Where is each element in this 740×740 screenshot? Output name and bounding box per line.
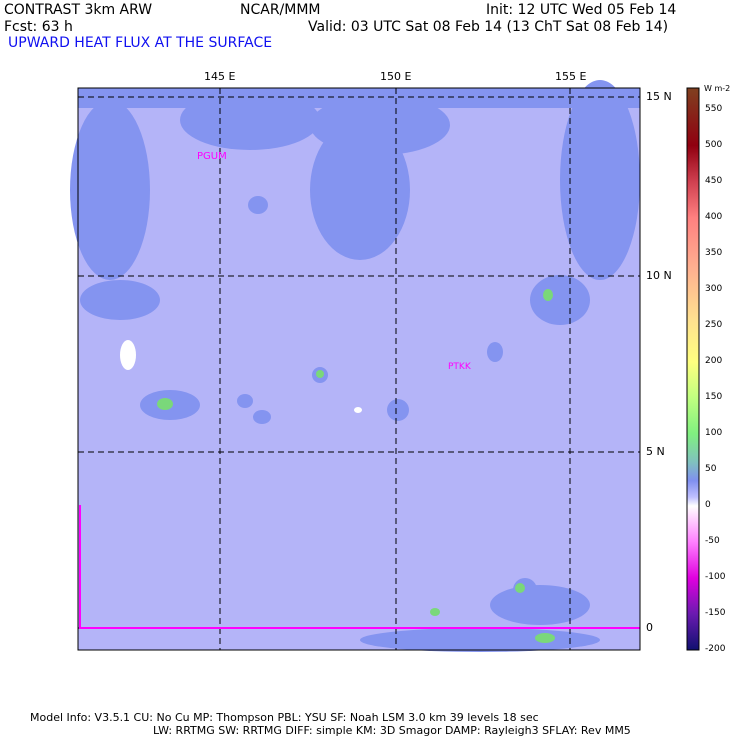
station-ptkk: PTKK (448, 362, 471, 372)
colorbar-label: 350 (705, 247, 723, 258)
model-title: CONTRAST 3km ARW (4, 2, 153, 18)
colorbar-label: -150 (705, 607, 726, 618)
colorbar-label: 200 (705, 355, 723, 366)
colorbar-label: 250 (705, 319, 723, 330)
colorbar-label: 0 (705, 499, 711, 510)
colorbar-label: 450 (705, 175, 723, 186)
valid-time: Valid: 03 UTC Sat 08 Feb 14 (13 ChT Sat … (308, 19, 669, 35)
init-time: Init: 12 UTC Wed 05 Feb 14 (486, 2, 677, 18)
station-pgum: PGUM (197, 151, 227, 162)
colorbar-label: 50 (705, 463, 717, 474)
organization: NCAR/MMM (240, 2, 321, 18)
field-title: UPWARD HEAT FLUX AT THE SURFACE (8, 35, 273, 51)
colorbar-label: -200 (705, 644, 726, 654)
forecast-hour: Fcst: 63 h (4, 19, 73, 35)
lat-label-5n: 5 N (646, 445, 665, 458)
colorbar (686, 87, 700, 651)
colorbar-label: 400 (705, 211, 723, 222)
lon-label-155: 155 E (555, 70, 587, 83)
colorbar-label: 300 (705, 283, 723, 294)
colorbar-label: 100 (705, 427, 723, 438)
footer-model-info: Model Info: V3.5.1 CU: No Cu MP: Thompso… (30, 711, 539, 724)
colorbar-units: W m-2 (704, 84, 731, 93)
map-plot (70, 80, 700, 652)
colorbar-label: -100 (705, 571, 726, 582)
lat-label-10n: 10 N (646, 269, 672, 282)
colorbar-label: 150 (705, 391, 723, 402)
colorbar-label: 500 (705, 139, 723, 150)
lon-label-150: 150 E (380, 70, 412, 83)
footer-physics: LW: RRTMG SW: RRTMG DIFF: simple KM: 3D … (153, 724, 631, 737)
lat-label-15n: 15 N (646, 90, 672, 103)
lon-label-145: 145 E (204, 70, 236, 83)
colorbar-label: -50 (705, 535, 720, 546)
colorbar-label: 550 (705, 103, 723, 114)
lat-label-0: 0 (646, 621, 653, 634)
